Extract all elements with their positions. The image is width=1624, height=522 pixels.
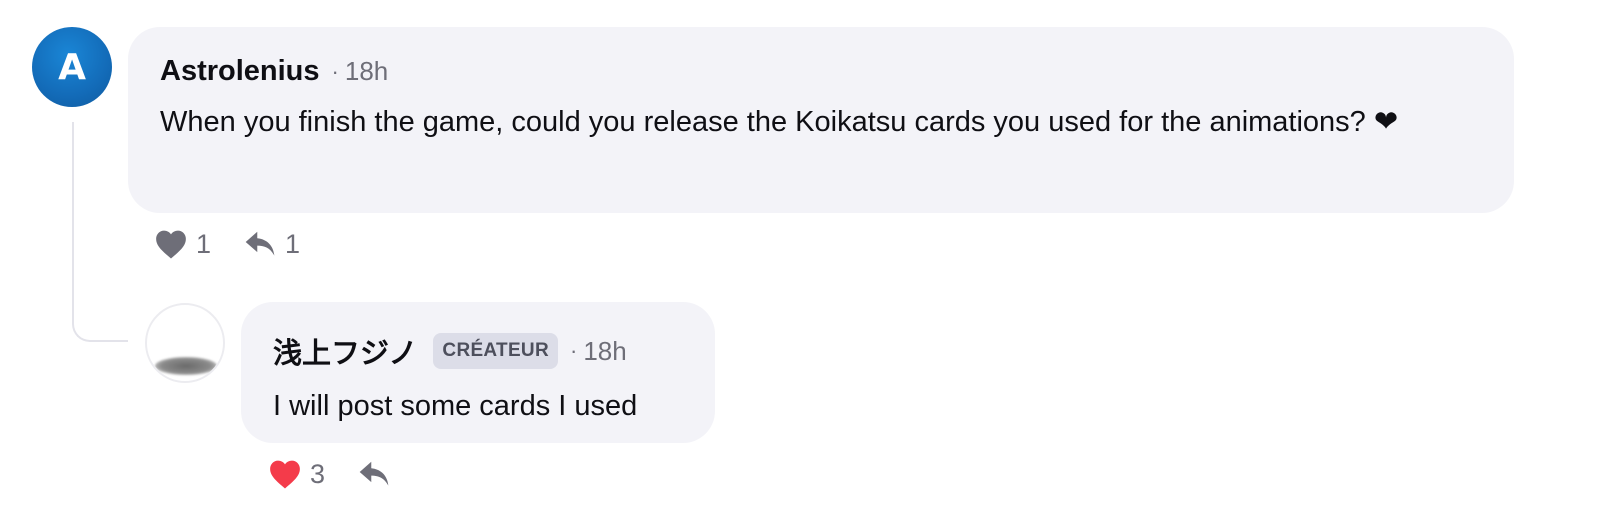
like-button[interactable]: 3 bbox=[268, 458, 325, 490]
reply-button[interactable] bbox=[357, 459, 391, 489]
reply-author[interactable]: 浅上フジノ bbox=[273, 330, 417, 372]
like-count: 3 bbox=[310, 458, 326, 489]
reply-arrow-icon bbox=[245, 231, 275, 256]
avatar-initial: A bbox=[58, 46, 86, 88]
meta-separator: · bbox=[569, 338, 578, 363]
comment-timestamp[interactable]: 18h bbox=[345, 56, 388, 87]
comment-author[interactable]: Astrolenius bbox=[160, 55, 320, 88]
reply-timestamp[interactable]: 18h bbox=[583, 336, 626, 367]
reply-meta: 浅上フジノ CRÉATEUR · 18h bbox=[273, 330, 683, 372]
meta-separator: · bbox=[331, 58, 339, 84]
avatar[interactable] bbox=[145, 303, 225, 383]
comment-bubble: Astrolenius · 18h When you finish the ga… bbox=[128, 27, 1514, 213]
creator-badge: CRÉATEUR bbox=[433, 333, 558, 369]
like-count: 1 bbox=[196, 228, 212, 259]
comment-thread: A Astrolenius · 18h When you finish the … bbox=[0, 0, 1624, 522]
thread-connector-line bbox=[72, 122, 128, 342]
reply-count: 1 bbox=[285, 228, 301, 259]
avatar[interactable]: A bbox=[32, 27, 112, 107]
reply-actions: 3 bbox=[268, 458, 391, 490]
heart-icon bbox=[270, 460, 300, 489]
reply-bubble: 浅上フジノ CRÉATEUR · 18h I will post some ca… bbox=[241, 302, 715, 443]
reply-text: I will post some cards I used bbox=[273, 390, 638, 422]
avatar-image bbox=[155, 357, 217, 375]
comment-actions: 1 1 bbox=[154, 228, 300, 260]
comment-meta: Astrolenius · 18h bbox=[160, 55, 1482, 88]
like-button[interactable]: 1 bbox=[154, 228, 211, 260]
heart-icon bbox=[156, 230, 186, 259]
reply-button[interactable]: 1 bbox=[243, 229, 300, 260]
comment-text: When you finish the game, could you rele… bbox=[160, 106, 1399, 138]
reply-arrow-icon bbox=[359, 461, 389, 486]
